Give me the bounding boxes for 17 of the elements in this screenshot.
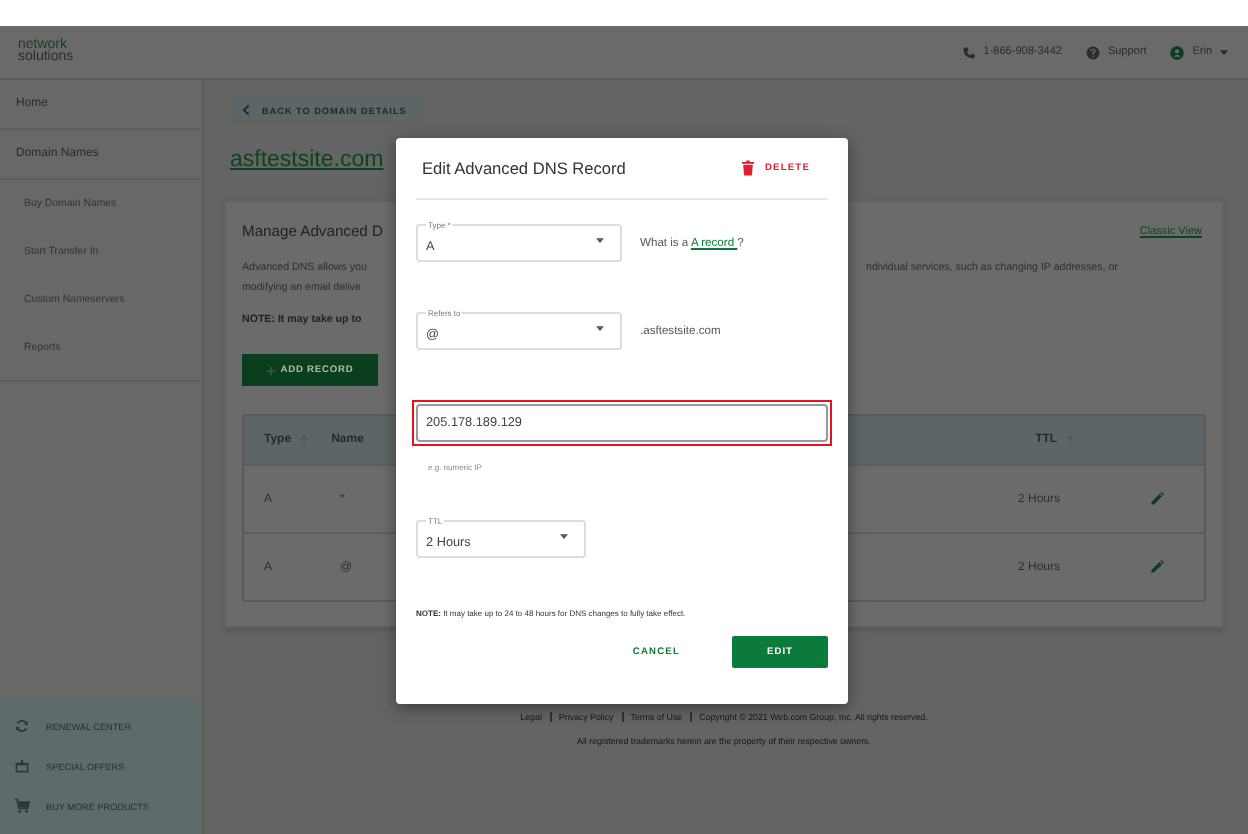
pencil-icon[interactable]: [1150, 492, 1164, 506]
gift-icon: [14, 758, 30, 774]
caret-icon: [1220, 49, 1228, 55]
caret-icon: [560, 534, 568, 540]
pencil-icon[interactable]: [1150, 560, 1164, 574]
caret-icon: [596, 238, 604, 244]
refresh-icon: [14, 718, 30, 734]
cart-icon: [14, 798, 30, 814]
plus-icon: [266, 365, 277, 375]
help-icon: [1085, 45, 1100, 59]
chevron-left-icon: [242, 104, 250, 116]
caret-icon: [596, 326, 604, 332]
user-icon: [1170, 45, 1185, 59]
dialog-title: Edit Advanced DNS Record: [422, 158, 626, 178]
phone-icon: [961, 45, 976, 59]
domain-title[interactable]: asftestsite.com: [230, 148, 384, 172]
trash-icon: [742, 160, 755, 176]
